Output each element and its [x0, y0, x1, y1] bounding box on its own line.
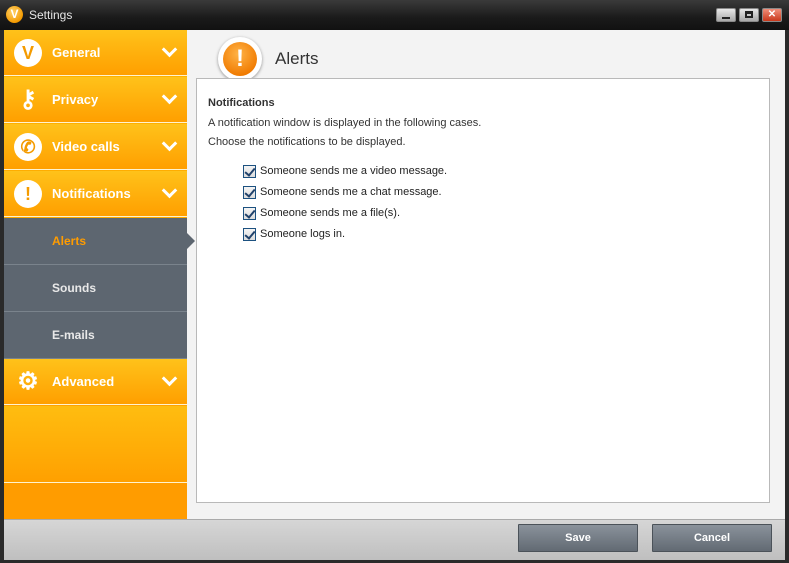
sidebar-item-video-calls[interactable]: ✆ Video calls — [4, 124, 187, 170]
checkbox[interactable] — [243, 228, 256, 241]
client-area: V General ⚷ Privacy ✆ Video calls ! Noti… — [4, 30, 785, 560]
footer-bar: Save Cancel — [4, 519, 785, 560]
active-item-pointer — [187, 233, 195, 249]
sidebar-subitem-alerts[interactable]: Alerts — [4, 218, 187, 265]
sidebar-subitem-emails[interactable]: E-mails — [4, 312, 187, 359]
sidebar-spacer — [4, 483, 187, 519]
checkbox[interactable] — [243, 165, 256, 178]
maximize-icon — [745, 11, 753, 18]
sidebar-subitem-label: Sounds — [52, 281, 96, 295]
check-icon — [244, 228, 256, 240]
sidebar-subitem-label: E-mails — [52, 328, 95, 342]
title-bar: V Settings ✕ — [0, 0, 789, 30]
sidebar-item-label: Advanced — [52, 374, 115, 389]
alert-icon: ! — [14, 180, 42, 208]
v-logo-icon: V — [14, 39, 42, 67]
checkbox-label: Someone sends me a chat message. — [260, 186, 442, 198]
sidebar-spacer — [4, 406, 187, 483]
chevron-down-icon — [161, 88, 178, 105]
page-title: Alerts — [275, 49, 319, 68]
minimize-icon — [722, 17, 730, 19]
settings-window: V Settings ✕ V General ⚷ Privacy ✆ Video… — [0, 0, 789, 563]
key-icon: ⚷ — [19, 86, 37, 113]
checkbox[interactable] — [243, 207, 256, 220]
check-icon — [244, 186, 256, 198]
app-logo-icon: V — [6, 6, 23, 23]
section-title: Notifications — [208, 97, 275, 109]
chevron-down-icon — [161, 182, 178, 199]
sidebar-item-privacy[interactable]: ⚷ Privacy — [4, 77, 187, 123]
sidebar-item-label: General — [52, 45, 101, 60]
alert-icon: ! — [218, 37, 262, 81]
description-text: A notification window is displayed in th… — [208, 117, 482, 129]
sidebar-item-label: Privacy — [52, 92, 99, 107]
checkbox[interactable] — [243, 186, 256, 199]
check-icon — [244, 207, 256, 219]
window-title: Settings — [29, 8, 73, 22]
cancel-button[interactable]: Cancel — [652, 524, 772, 552]
video-call-icon: ✆ — [14, 133, 42, 161]
sidebar: V General ⚷ Privacy ✆ Video calls ! Noti… — [4, 30, 187, 519]
close-button[interactable]: ✕ — [762, 8, 782, 22]
gear-icon: ⚙ — [17, 368, 39, 395]
close-icon: ✕ — [767, 9, 777, 20]
checkbox-label: Someone sends me a file(s). — [260, 207, 401, 219]
sidebar-item-label: Video calls — [52, 139, 120, 154]
alert-icon-inner: ! — [223, 42, 257, 76]
description-text: Choose the notifications to be displayed… — [208, 136, 406, 148]
sidebar-item-advanced[interactable]: ⚙ Advanced — [4, 359, 187, 405]
checkbox-label: Someone sends me a video message. — [260, 165, 448, 177]
sidebar-subitem-label: Alerts — [52, 234, 87, 248]
chevron-down-icon — [161, 370, 178, 387]
save-button[interactable]: Save — [518, 524, 638, 552]
check-icon — [244, 165, 256, 177]
sidebar-item-general[interactable]: V General — [4, 30, 187, 76]
sidebar-item-label: Notifications — [52, 186, 131, 201]
maximize-button[interactable] — [739, 8, 759, 22]
sidebar-subitem-sounds[interactable]: Sounds — [4, 265, 187, 312]
checkbox-label: Someone logs in. — [260, 228, 345, 240]
content-panel: Notifications A notification window is d… — [196, 78, 770, 503]
minimize-button[interactable] — [716, 8, 736, 22]
chevron-down-icon — [161, 41, 178, 58]
chevron-down-icon — [161, 135, 178, 152]
sidebar-item-notifications[interactable]: ! Notifications — [4, 171, 187, 217]
